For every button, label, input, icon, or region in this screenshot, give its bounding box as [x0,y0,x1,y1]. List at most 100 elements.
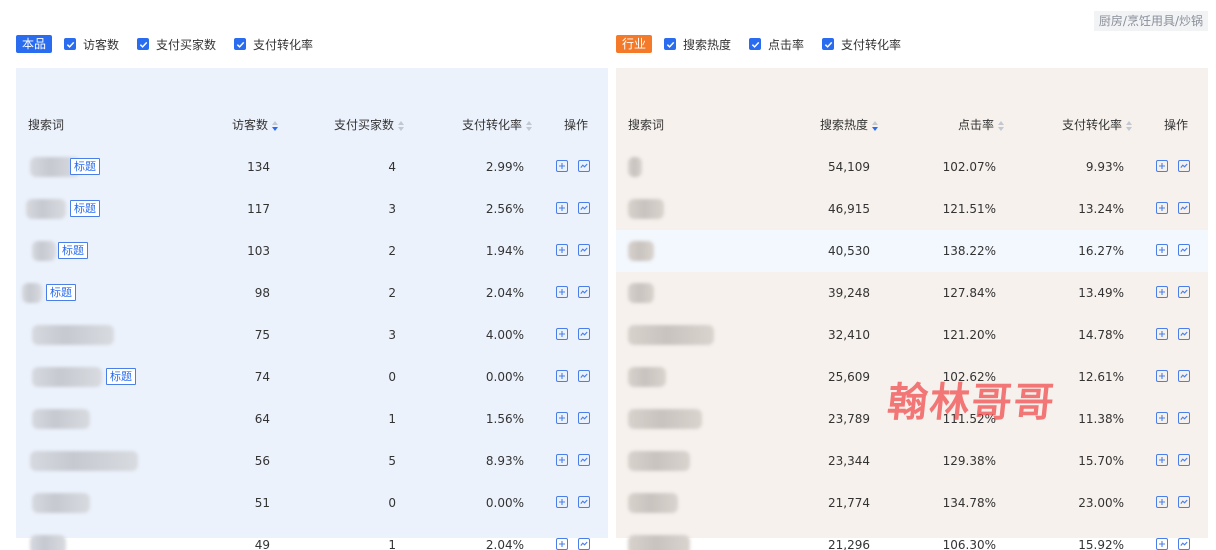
table-row[interactable]: 标题 74 0 0.00% [16,356,608,398]
table-row[interactable]: 21,296 106.30% 15.92% [616,524,1208,550]
table-row[interactable]: 32,410 121.20% 14.78% [616,314,1208,356]
add-icon[interactable] [556,244,568,256]
checkbox-checked-icon[interactable] [137,38,150,50]
add-icon[interactable] [556,412,568,424]
add-icon[interactable] [1156,538,1168,550]
trend-chart-icon[interactable] [578,160,590,172]
add-icon[interactable] [1156,412,1168,424]
table-row[interactable]: 49 1 2.04% [16,524,608,550]
redacted-keyword [32,325,114,345]
checkbox-checked-icon[interactable] [749,38,762,50]
sort-icon[interactable] [998,120,1005,131]
add-icon[interactable] [1156,244,1168,256]
cell-buyers: 5 [388,454,396,468]
trend-chart-icon[interactable] [1178,286,1190,298]
cell-conversion: 23.00% [1078,496,1124,510]
trend-chart-icon[interactable] [578,370,590,382]
checkbox-conversion[interactable]: 支付转化率 [822,36,901,53]
cell-search-heat: 46,915 [828,202,870,216]
trend-chart-icon[interactable] [578,328,590,340]
cell-visitors: 51 [254,496,270,510]
trend-chart-icon[interactable] [1178,412,1190,424]
sort-icon[interactable] [1126,120,1133,131]
add-icon[interactable] [1156,202,1168,214]
header-ctr[interactable]: 点击率 [958,104,1005,146]
table-row[interactable]: 75 3 4.00% [16,314,608,356]
trend-chart-icon[interactable] [578,496,590,508]
header-buyers[interactable]: 支付买家数 [334,104,405,146]
add-icon[interactable] [1156,454,1168,466]
checkbox-label: 支付转化率 [253,37,314,52]
checkbox-checked-icon[interactable] [664,38,677,50]
trend-chart-icon[interactable] [1178,538,1190,550]
checkbox-search-heat[interactable]: 搜索热度 [664,36,731,53]
table-row[interactable]: 39,248 127.84% 13.49% [616,272,1208,314]
checkbox-ctr[interactable]: 点击率 [749,36,804,53]
cell-search-heat: 32,410 [828,328,870,342]
industry-table: 搜索词 搜索热度 点击率 支付转化率 操作 54,109 102.07% 9.93%… [616,68,1208,550]
trend-chart-icon[interactable] [1178,244,1190,256]
header-search-heat[interactable]: 搜索热度 [820,104,879,146]
checkbox-buyers[interactable]: 支付买家数 [137,36,216,53]
sort-icon[interactable] [398,120,405,131]
table-row[interactable]: 21,774 134.78% 23.00% [616,482,1208,524]
table-row[interactable]: 标题 103 2 1.94% [16,230,608,272]
table-row[interactable]: 51 0 0.00% [16,482,608,524]
add-icon[interactable] [556,328,568,340]
add-icon[interactable] [1156,496,1168,508]
trend-chart-icon[interactable] [1178,454,1190,466]
header-conversion[interactable]: 支付转化率 [1062,104,1133,146]
trend-chart-icon[interactable] [578,412,590,424]
trend-chart-icon[interactable] [578,244,590,256]
trend-chart-icon[interactable] [578,202,590,214]
table-row[interactable]: 标题 98 2 2.04% [16,272,608,314]
header-visitors[interactable]: 访客数 [232,104,279,146]
add-icon[interactable] [556,370,568,382]
trend-chart-icon[interactable] [1178,328,1190,340]
table-row[interactable]: 40,530 138.22% 16.27% [616,230,1208,272]
checkbox-checked-icon[interactable] [234,38,247,50]
add-icon[interactable] [556,160,568,172]
trend-chart-icon[interactable] [578,286,590,298]
add-icon[interactable] [1156,160,1168,172]
table-row[interactable]: 64 1 1.56% [16,398,608,440]
add-icon[interactable] [556,454,568,466]
cell-buyers: 0 [388,370,396,384]
trend-chart-icon[interactable] [1178,160,1190,172]
add-icon[interactable] [1156,370,1168,382]
table-row[interactable]: 23,344 129.38% 15.70% [616,440,1208,482]
sort-icon[interactable] [872,120,879,131]
trend-chart-icon[interactable] [1178,202,1190,214]
table-row[interactable]: 标题 134 4 2.99% [16,146,608,188]
table-row[interactable]: 标题 117 3 2.56% [16,188,608,230]
header-label: 支付转化率 [462,118,523,132]
checkbox-checked-icon[interactable] [822,38,835,50]
add-icon[interactable] [1156,328,1168,340]
trend-chart-icon[interactable] [1178,496,1190,508]
table-row[interactable]: 56 5 8.93% [16,440,608,482]
cell-buyers: 1 [388,538,396,550]
header-conversion[interactable]: 支付转化率 [462,104,533,146]
trend-chart-icon[interactable] [578,454,590,466]
add-icon[interactable] [556,496,568,508]
industry-tag: 行业 [616,35,653,53]
table-row[interactable]: 46,915 121.51% 13.24% [616,188,1208,230]
trend-chart-icon[interactable] [1178,370,1190,382]
table-row[interactable]: 54,109 102.07% 9.93% [616,146,1208,188]
checkbox-label: 搜索热度 [683,37,732,52]
cell-conversion: 16.27% [1078,244,1124,258]
redacted-keyword [30,451,138,471]
sort-icon[interactable] [272,120,279,131]
sort-icon[interactable] [526,120,533,131]
checkbox-checked-icon[interactable] [64,38,77,50]
redacted-keyword [32,241,56,261]
add-icon[interactable] [1156,286,1168,298]
checkbox-conversion[interactable]: 支付转化率 [234,36,313,53]
trend-chart-icon[interactable] [578,538,590,550]
add-icon[interactable] [556,286,568,298]
add-icon[interactable] [556,202,568,214]
row-actions [1156,412,1190,424]
checkbox-visitors[interactable]: 访客数 [64,36,119,53]
add-icon[interactable] [556,538,568,550]
cell-ctr: 121.51% [942,202,996,216]
